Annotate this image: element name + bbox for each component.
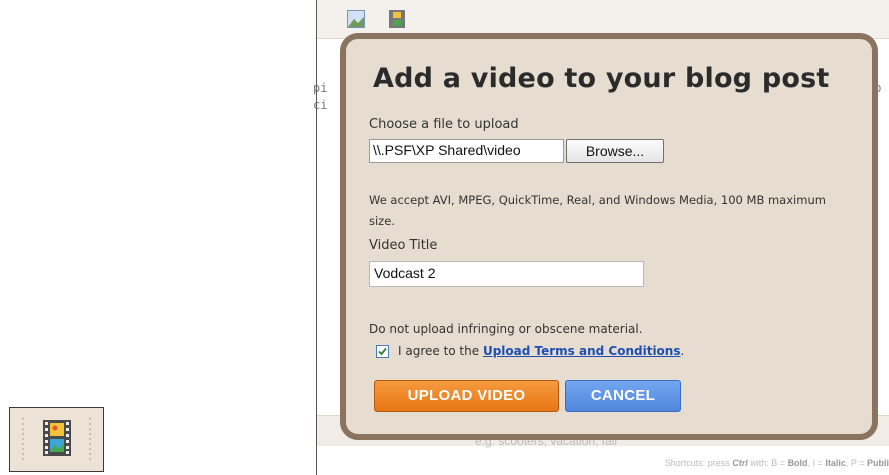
- file-path-input[interactable]: \\.PSF\XP Shared\video: [369, 139, 564, 163]
- agree-suffix: .: [680, 344, 685, 358]
- decorative-dots: [22, 418, 24, 462]
- video-toolbar-button[interactable]: [9, 407, 104, 472]
- checkmark-icon: [378, 347, 387, 356]
- agree-checkbox[interactable]: [376, 345, 389, 358]
- decorative-dots: [89, 418, 91, 462]
- upload-video-button[interactable]: UPLOAD VIDEO: [374, 380, 559, 412]
- video-title-input[interactable]: Vodcast 2: [369, 261, 644, 287]
- editor-text: pi: [313, 81, 328, 95]
- video-title-label: Video Title: [369, 238, 438, 253]
- agree-prefix: I agree to the: [398, 344, 480, 358]
- content-warning: Do not upload infringing or obscene mate…: [369, 322, 643, 336]
- film-icon: [43, 420, 71, 456]
- terms-link[interactable]: Upload Terms and Conditions: [483, 344, 681, 358]
- accepted-formats-note: We accept AVI, MPEG, QuickTime, Real, an…: [369, 193, 826, 228]
- file-label: Choose a file to upload: [369, 117, 519, 132]
- dialog-title: Add a video to your blog post: [373, 63, 830, 94]
- film-icon[interactable]: [389, 10, 405, 28]
- image-icon[interactable]: [347, 10, 365, 28]
- editor-text: ci: [313, 98, 328, 112]
- browse-button[interactable]: Browse...: [566, 139, 664, 163]
- add-video-dialog: Add a video to your blog post Choose a f…: [340, 33, 878, 440]
- cancel-button[interactable]: CANCEL: [565, 380, 681, 412]
- shortcuts-hint: Shortcuts: press Ctrl with: B = Bold, I …: [664, 458, 889, 468]
